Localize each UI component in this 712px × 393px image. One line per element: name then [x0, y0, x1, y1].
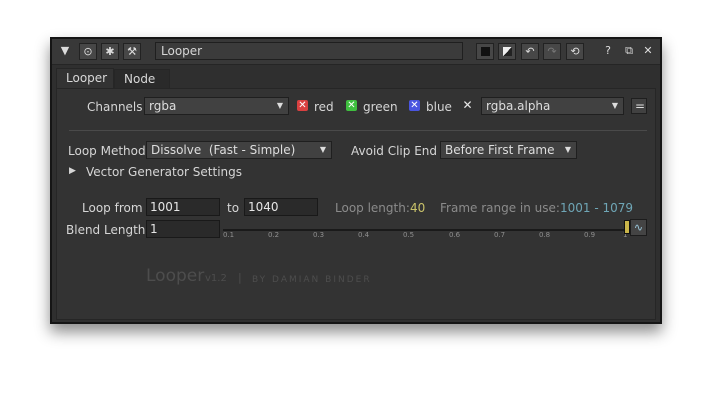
revert-icon[interactable]: ⟲: [566, 43, 584, 60]
alpha-channel-dropdown[interactable]: rgba.alpha ▼: [481, 97, 624, 115]
avoid-clip-end-label: Avoid Clip End: [351, 144, 437, 158]
alpha-channel-checkbox[interactable]: ✕: [462, 99, 473, 111]
slider-tick-label: 0.2: [268, 231, 280, 239]
avoid-clip-end-dropdown[interactable]: Before First Frame ▼: [440, 141, 577, 159]
green-channel-label: green: [363, 100, 398, 114]
slider-tick-label: 0.3: [313, 231, 325, 239]
slider-tick-label: 0.6: [449, 231, 461, 239]
chevron-down-icon: ▼: [611, 101, 618, 110]
avoid-clip-end-value: Before First Frame: [445, 143, 555, 157]
slider-tick-label: 0.8: [539, 231, 551, 239]
green-channel-checkbox[interactable]: ✕: [346, 100, 357, 111]
loop-length-value: 40: [410, 201, 426, 215]
blend-length-label: Blend Length: [66, 223, 146, 237]
slider-tick-label: 0.5: [403, 231, 415, 239]
channels-dropdown[interactable]: rgba ▼: [144, 97, 289, 115]
alpha-channel-value: rgba.alpha: [486, 99, 551, 113]
wrench-icon[interactable]: ⚒: [123, 43, 141, 60]
chevron-down-icon: ▼: [319, 145, 326, 154]
loop-from-input[interactable]: 1001: [146, 198, 220, 216]
tab-looper[interactable]: Looper: [56, 68, 114, 88]
chevron-down-icon: ▼: [276, 101, 283, 110]
branding-version: v1.2: [205, 273, 227, 284]
loop-method-dropdown[interactable]: Dissolve (Fast - Simple) ▼: [146, 141, 332, 159]
blue-channel-label: blue: [426, 100, 452, 114]
collapse-triangle-icon[interactable]: ▼: [56, 43, 74, 60]
blue-channel-checkbox[interactable]: ✕: [409, 100, 420, 111]
section-divider: [69, 130, 647, 131]
close-icon[interactable]: ✕: [639, 43, 657, 60]
loop-to-label: to: [227, 201, 240, 215]
node-settings-icon[interactable]: ⊙: [79, 43, 97, 60]
red-channel-label: red: [314, 100, 334, 114]
tab-node[interactable]: Node: [114, 69, 170, 88]
chevron-down-icon: ▼: [564, 145, 571, 154]
tab-content-looper: Channels rgba ▼ ✕ red ✕ green ✕ blue ✕ r…: [56, 88, 656, 320]
blend-length-slider[interactable]: [223, 229, 629, 231]
white-swatch-icon[interactable]: [498, 43, 516, 60]
channels-label: Channels: [87, 100, 143, 114]
redo-icon[interactable]: ↷: [543, 43, 561, 60]
loop-to-input[interactable]: 1040: [244, 198, 318, 216]
red-channel-checkbox[interactable]: ✕: [297, 100, 308, 111]
help-icon[interactable]: ?: [599, 43, 617, 60]
loop-method-value: Dissolve (Fast - Simple): [151, 143, 296, 157]
float-icon[interactable]: ⧉: [620, 43, 638, 60]
slider-tick-label: 0.7: [494, 231, 506, 239]
frame-range-value: 1001 - 1079: [560, 201, 634, 215]
loop-method-label: Loop Method: [68, 144, 146, 158]
channels-value: rgba: [149, 99, 177, 113]
expand-triangle-icon[interactable]: ▶: [69, 163, 76, 179]
panel-titlebar: ▼ ⊙ ✱ ⚒ Looper ↶ ↷ ⟲ ? ⧉ ✕: [52, 39, 660, 65]
vector-generator-group-label[interactable]: Vector Generator Settings: [86, 164, 242, 180]
branding-author: BY DAMIAN BINDER: [252, 275, 372, 285]
loop-length-label: Loop length:: [335, 201, 410, 215]
animation-curve-icon[interactable]: ∿: [630, 219, 647, 236]
branding-title: Looper: [146, 266, 205, 286]
looper-properties-panel: ▼ ⊙ ✱ ⚒ Looper ↶ ↷ ⟲ ? ⧉ ✕ Looper Node C…: [50, 37, 662, 324]
bug-icon[interactable]: ✱: [101, 43, 119, 60]
loop-from-label: Loop from: [82, 201, 143, 215]
channel-link-button[interactable]: =: [631, 98, 647, 114]
branding-divider: |: [238, 271, 242, 284]
blend-length-input[interactable]: 1: [146, 220, 220, 238]
frame-range-label: Frame range in use:: [440, 201, 560, 215]
slider-tick-label: 0.1: [223, 231, 235, 239]
slider-tick-label: 0.9: [584, 231, 596, 239]
slider-tick-label: 0.4: [358, 231, 370, 239]
node-name-field[interactable]: Looper: [155, 42, 463, 60]
black-swatch-icon[interactable]: [476, 43, 494, 60]
undo-icon[interactable]: ↶: [521, 43, 539, 60]
